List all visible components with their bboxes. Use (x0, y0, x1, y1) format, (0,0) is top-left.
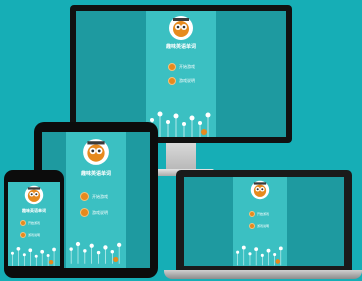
laptop-base (164, 270, 362, 279)
bullet-icon (20, 232, 26, 238)
menu-label: 游戏说明 (92, 209, 108, 215)
bullet-icon (168, 77, 176, 85)
menu-label: 开始游戏 (92, 193, 108, 199)
app-title: 趣味英语单词 (22, 208, 46, 213)
app-panel: 趣味英语单词 开始游戏 游戏说明 (146, 11, 216, 137)
app-title: 趣味英语单词 (80, 171, 111, 177)
bullet-icon (168, 63, 176, 71)
bullet-icon (249, 211, 255, 217)
menu-label: 开始游戏 (257, 212, 270, 216)
bullet-icon (20, 220, 26, 226)
laptop: 开始游戏 游戏说明 (164, 170, 362, 280)
app-panel: 趣味英语单词 开始游戏 游戏说明 (8, 182, 60, 266)
owl-mascot-icon (250, 180, 270, 200)
owl-mascot-icon (83, 139, 109, 165)
menu-label: 开始游戏 (28, 221, 41, 225)
laptop-screen: 开始游戏 游戏说明 (184, 177, 344, 266)
bullet-icon (80, 192, 89, 201)
app-title: 趣味英语单词 (165, 44, 196, 50)
menu-label: 开始游戏 (179, 64, 195, 69)
menu-label: 游戏说明 (257, 224, 270, 228)
menu-instructions[interactable]: 游戏说明 (20, 232, 40, 238)
menu-start-game[interactable]: 开始游戏 (249, 211, 269, 217)
phone-screen: 趣味英语单词 开始游戏 游戏说明 (8, 182, 60, 266)
flower-decoration (10, 246, 56, 266)
monitor-stand-neck (166, 143, 196, 169)
flower-decoration (236, 245, 283, 266)
menu-start-game[interactable]: 开始游戏 (20, 220, 40, 226)
owl-mascot-icon (24, 185, 44, 205)
menu-label: 游戏说明 (179, 78, 195, 83)
menu-instructions[interactable]: 游戏说明 (168, 77, 195, 85)
owl-mascot-icon (169, 16, 193, 40)
menu-label: 游戏说明 (28, 233, 41, 237)
smartphone: 趣味英语单词 开始游戏 游戏说明 (4, 170, 64, 280)
bullet-icon (249, 223, 255, 229)
menu-start-game[interactable]: 开始游戏 (168, 63, 195, 71)
monitor-screen: 趣味英语单词 开始游戏 游戏说明 (76, 11, 286, 137)
flower-decoration (69, 241, 122, 264)
menu-start-game[interactable]: 开始游戏 (80, 192, 108, 201)
app-panel: 趣味英语单词 开始游戏 游戏说明 (66, 132, 126, 268)
menu-instructions[interactable]: 游戏说明 (80, 208, 108, 217)
bullet-icon (80, 208, 89, 217)
menu-instructions[interactable]: 游戏说明 (249, 223, 269, 229)
app-panel: 开始游戏 游戏说明 (233, 177, 287, 266)
